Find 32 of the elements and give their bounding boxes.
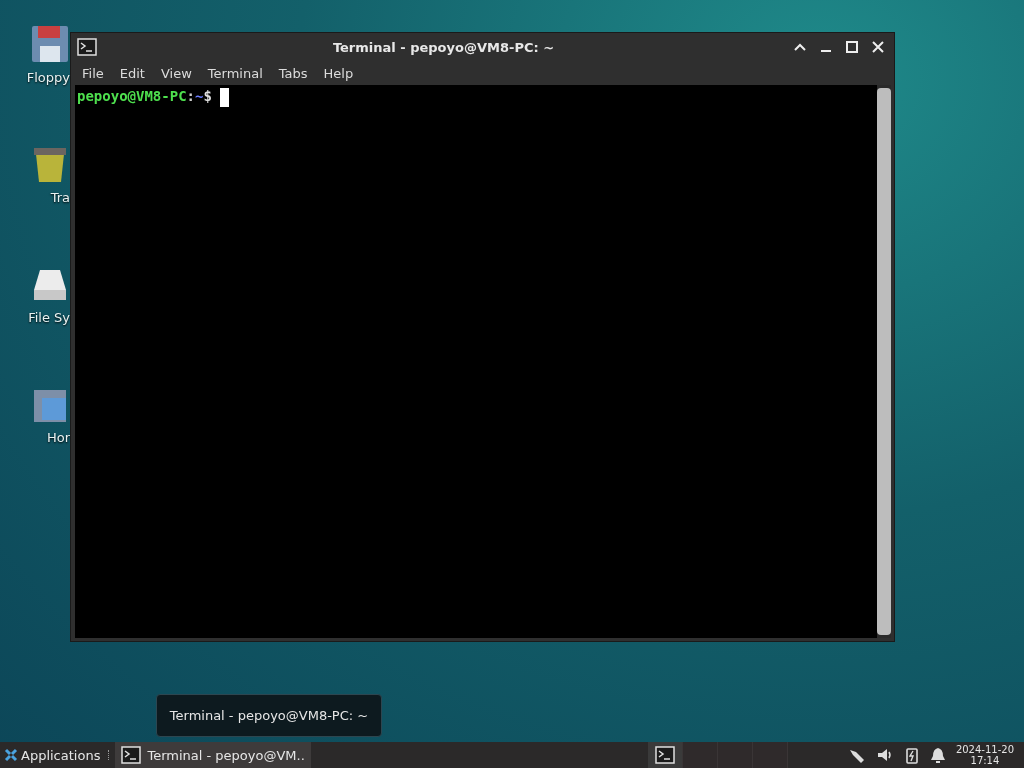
terminal-icon [77, 38, 97, 56]
text-cursor [219, 88, 229, 107]
tooltip: Terminal - pepoyo@VM8-PC: ~ [156, 694, 382, 737]
prompt-user-host: pepoyo@VM8-PC [77, 88, 187, 104]
taskbar-task-button[interactable]: Terminal - pepoyo@VM.. [115, 742, 311, 768]
prompt-separator: : [186, 88, 195, 104]
desktop-icon-label[interactable]: Floppy [26, 70, 70, 85]
terminal-icon [654, 746, 675, 764]
prompt-symbol: $ [203, 88, 212, 104]
terminal-icon [121, 746, 142, 764]
menu-item[interactable]: File [75, 63, 111, 83]
clock-date: 2024-11-20 [955, 744, 1014, 755]
minimize-icon [821, 50, 831, 52]
desktop-icon-label[interactable]: Tra [50, 190, 70, 205]
menu-item[interactable]: Terminal [200, 63, 270, 83]
applications-menu-button[interactable]: Applications [0, 742, 105, 768]
battery-icon[interactable] [903, 746, 920, 764]
menu-item[interactable]: Help [316, 63, 361, 83]
clock-time: 17:14 [969, 755, 1001, 766]
menu-item[interactable]: View [153, 63, 199, 83]
workspace[interactable] [647, 742, 683, 768]
prompt-path: ~ [195, 88, 204, 104]
maximize-icon [843, 38, 861, 56]
menu-item[interactable]: Tabs [271, 63, 315, 83]
desktop-icon-label[interactable]: File Sy [28, 310, 70, 325]
window-title: Terminal - pepoyo@VM8-PC: ~ [331, 39, 556, 55]
floppy-icon[interactable] [30, 24, 70, 64]
applications-icon [4, 748, 18, 762]
menu-item[interactable]: Edit [112, 63, 152, 83]
bell-icon[interactable] [929, 746, 946, 764]
volume-icon[interactable] [875, 746, 894, 764]
desktop-icon-label[interactable]: Hor [46, 430, 70, 445]
